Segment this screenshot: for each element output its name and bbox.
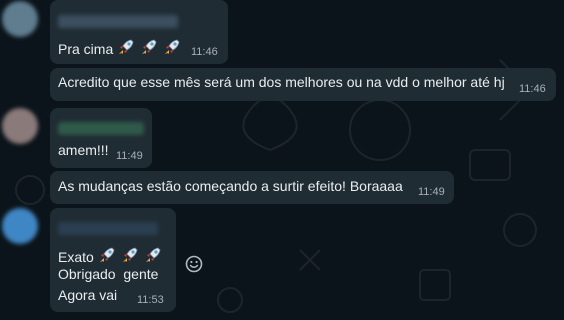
message-timestamp: 11:49 bbox=[418, 186, 445, 198]
message-timestamp: 11:49 bbox=[116, 150, 143, 162]
message-text: amem!!! bbox=[58, 142, 109, 158]
avatar[interactable] bbox=[2, 208, 38, 244]
rocket-icon bbox=[162, 37, 182, 61]
message-content: Pra cima bbox=[58, 41, 114, 57]
message-timestamp: 11:53 bbox=[137, 294, 164, 306]
sender-name[interactable] bbox=[58, 222, 158, 235]
avatar[interactable] bbox=[2, 1, 38, 37]
avatar[interactable] bbox=[2, 108, 38, 144]
message-timestamp: 11:46 bbox=[519, 83, 546, 95]
message-bubble: As mudanças estão começando a surtir efe… bbox=[50, 171, 454, 204]
message-text: As mudanças estão começando a surtir efe… bbox=[58, 178, 403, 194]
message-text: Agora vai bbox=[58, 287, 118, 303]
message-bubble: Exato Obrigado gente Agora vai 11:53 bbox=[50, 208, 176, 312]
message-content: Exato bbox=[58, 249, 94, 265]
message-timestamp: 11:46 bbox=[191, 46, 218, 58]
rocket-icon bbox=[139, 37, 159, 61]
message-bubble: amem!!! 11:49 bbox=[50, 108, 152, 168]
message-text: Acredito que esse mês será um dos melhor… bbox=[58, 74, 505, 90]
message-text: Obrigado gente bbox=[58, 266, 159, 282]
sender-name[interactable] bbox=[58, 122, 144, 135]
message-text: Pra cima bbox=[58, 37, 182, 61]
emoji-reaction-icon[interactable] bbox=[184, 254, 204, 274]
rocket-icon bbox=[116, 37, 136, 61]
sender-name[interactable] bbox=[58, 15, 178, 28]
message-bubble: Acredito que esse mês será um dos melhor… bbox=[50, 68, 556, 101]
message-bubble: Pra cima 11:46 bbox=[50, 0, 228, 64]
